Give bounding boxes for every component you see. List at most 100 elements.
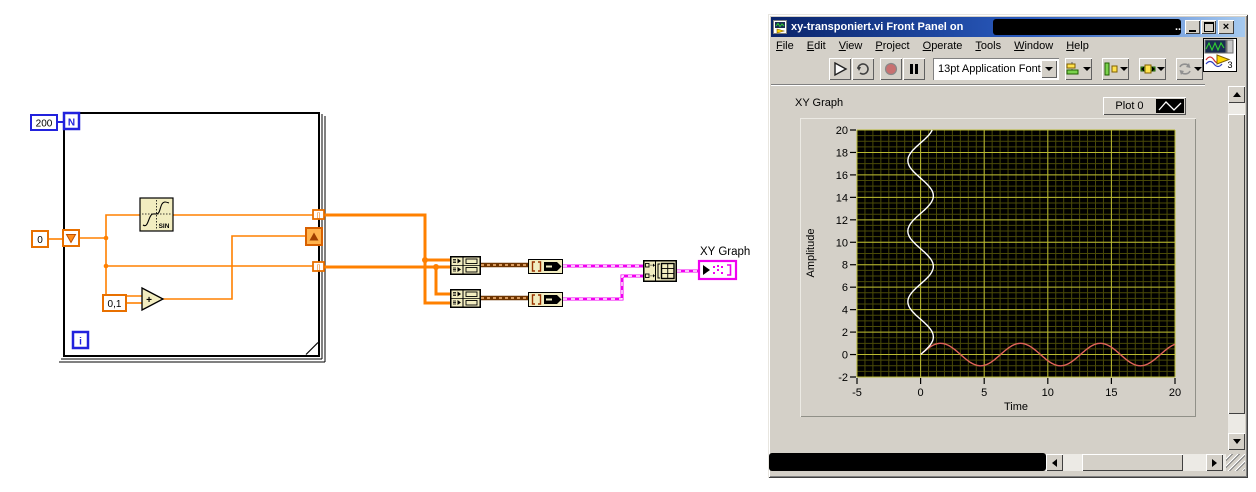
t-array-branch	[434, 267, 450, 296]
vi-icon[interactable]: 3	[1203, 38, 1237, 72]
vertical-scrollbar-thumb[interactable]	[1228, 114, 1245, 414]
y-tick-label[interactable]: 20	[836, 125, 848, 137]
loop-tunnel-top[interactable]: []	[312, 209, 325, 220]
distribute-objects-button[interactable]	[1102, 58, 1129, 80]
menu-edit[interactable]: Edit	[802, 39, 831, 53]
distribute-objects-icon	[1104, 62, 1118, 76]
bottom-redaction	[769, 453, 1046, 471]
scroll-left-button[interactable]	[1046, 454, 1063, 471]
labview-app-icon	[773, 20, 787, 34]
svg-text:[]: []	[317, 265, 321, 271]
menu-window[interactable]: Window	[1009, 39, 1058, 53]
menu-project[interactable]: Project	[870, 39, 914, 53]
sin-in-wire	[105, 214, 140, 238]
abort-button[interactable]	[880, 58, 902, 80]
loop-count-constant[interactable]: 200	[30, 114, 58, 131]
svg-text:0,1: 0,1	[108, 299, 122, 310]
window-title: xy-transponiert.vi Front Panel on	[791, 21, 964, 33]
loop-tunnel-bottom[interactable]: []	[312, 261, 325, 272]
sin-function[interactable]: SIN	[139, 197, 174, 232]
svg-text:N: N	[68, 118, 75, 129]
y-tick-label[interactable]: 8	[842, 260, 848, 272]
maximize-button[interactable]	[1201, 20, 1216, 34]
resize-objects-icon	[1140, 64, 1156, 74]
add-out-wire	[162, 235, 306, 300]
cluster-wires	[481, 262, 528, 301]
add-function[interactable]: +	[141, 286, 165, 312]
title-bar[interactable]: xy-transponiert.vi Front Panel on .. ×	[771, 17, 1245, 37]
y-tick-label[interactable]: -2	[838, 372, 848, 384]
y-tick-label[interactable]: 16	[836, 170, 848, 182]
svg-text:200: 200	[36, 119, 53, 130]
scroll-right-button[interactable]	[1206, 454, 1223, 471]
x-tick-label[interactable]: 10	[1042, 387, 1054, 399]
font-selector[interactable]: 13pt Application Font	[933, 58, 1059, 80]
menu-tools[interactable]: Tools	[970, 39, 1006, 53]
abort-icon	[884, 62, 898, 76]
init-constant[interactable]: 0	[31, 230, 49, 248]
bundle-node-2[interactable]	[450, 289, 481, 308]
y-tick-label[interactable]: 14	[836, 192, 848, 204]
plot-legend-label: Plot 0	[1115, 100, 1144, 112]
x-tick-label[interactable]: 0	[918, 387, 924, 399]
bundle-node-1[interactable]	[450, 256, 481, 275]
increment-constant[interactable]: 0,1	[102, 294, 127, 312]
horizontal-scrollbar-thumb[interactable]	[1082, 454, 1183, 471]
count-terminal-N[interactable]: N	[62, 111, 81, 131]
reorder-button[interactable]	[1176, 58, 1203, 80]
graph-title-label[interactable]: XY Graph	[795, 97, 843, 109]
pause-button[interactable]	[903, 58, 925, 80]
triangle-left-icon	[1052, 458, 1057, 467]
svg-text:[]: []	[317, 213, 321, 219]
svg-text:0: 0	[37, 235, 43, 246]
x-tick-label[interactable]: -5	[852, 387, 862, 399]
plot-legend[interactable]: Plot 0	[1103, 97, 1186, 115]
minimize-button[interactable]	[1185, 20, 1200, 34]
scroll-down-button[interactable]	[1228, 433, 1245, 450]
scroll-up-button[interactable]	[1228, 86, 1245, 103]
x-tick-label[interactable]: 15	[1105, 387, 1117, 399]
pause-icon	[910, 64, 913, 74]
y-tick-label[interactable]: 4	[842, 305, 848, 317]
build-array-node[interactable]	[643, 260, 677, 282]
font-dropdown-button[interactable]	[1041, 60, 1057, 78]
run-icon	[834, 61, 848, 77]
shift-register-left[interactable]	[62, 229, 80, 247]
resize-objects-button[interactable]	[1139, 58, 1166, 80]
y-tick-label[interactable]: 18	[836, 147, 848, 159]
maximize-icon	[1203, 22, 1214, 32]
x-tick-label[interactable]: 5	[981, 387, 987, 399]
add-in-wire	[105, 266, 142, 297]
run-continuous-button[interactable]	[852, 58, 874, 80]
menu-view[interactable]: View	[834, 39, 868, 53]
run-button[interactable]	[829, 58, 851, 80]
close-button[interactable]: ×	[1218, 20, 1234, 34]
y-tick-label[interactable]: 2	[842, 327, 848, 339]
xy-graph-widget[interactable]: -2 0 2 4 6 8 10 12 14 16 18 20 -5 0 5 10 15 20 Amplitude …	[800, 118, 1196, 417]
align-objects-button[interactable]	[1065, 58, 1092, 80]
y-tick-label[interactable]: 10	[836, 237, 848, 249]
array-to-cluster-node-1[interactable]	[528, 259, 563, 274]
menu-file[interactable]: File	[771, 39, 799, 53]
triangle-up-icon	[1232, 92, 1241, 97]
window-resize-grip[interactable]	[1226, 454, 1245, 471]
close-icon: ×	[1222, 21, 1230, 33]
align-objects-icon	[1066, 62, 1079, 76]
xy-graph-terminal[interactable]	[697, 259, 738, 281]
iteration-terminal[interactable]: i	[71, 330, 90, 350]
pause-icon-bar2	[915, 64, 918, 74]
shift-register-right[interactable]	[305, 227, 323, 246]
x-tick-label[interactable]: 20	[1169, 387, 1181, 399]
plot-legend-line-sample[interactable]	[1156, 99, 1184, 113]
xy-graph-terminal-label: XY Graph	[700, 246, 750, 258]
menu-operate[interactable]: Operate	[918, 39, 968, 53]
y-tick-label[interactable]: 6	[842, 282, 848, 294]
menu-help[interactable]: Help	[1061, 39, 1094, 53]
y-tick-label[interactable]: 12	[836, 215, 848, 227]
font-selector-value: 13pt Application Font	[938, 63, 1041, 75]
chevron-down-icon	[1083, 67, 1091, 71]
array-to-cluster-node-2[interactable]	[528, 292, 563, 307]
svg-text:SIN: SIN	[159, 223, 170, 230]
xy-graph-plot[interactable]: -2 0 2 4 6 8 10 12 14 16 18 20 -5 0 5 10 15 20	[800, 118, 1196, 417]
y-tick-label[interactable]: 0	[842, 350, 848, 362]
